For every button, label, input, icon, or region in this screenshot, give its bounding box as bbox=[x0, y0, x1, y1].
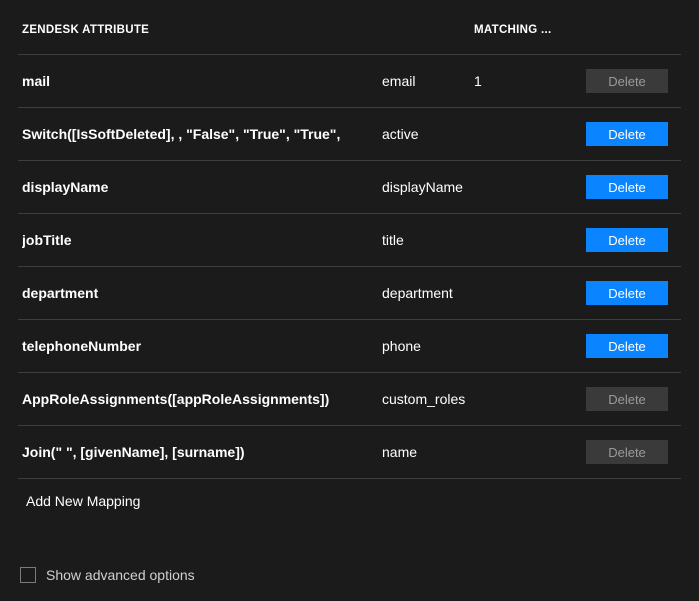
delete-button[interactable]: Delete bbox=[586, 228, 668, 252]
cell-source-attribute: displayName bbox=[22, 179, 382, 195]
delete-button[interactable]: Delete bbox=[586, 122, 668, 146]
cell-source-attribute: Switch([IsSoftDeleted], , "False", "True… bbox=[22, 126, 382, 142]
cell-source-attribute: department bbox=[22, 285, 382, 301]
delete-button[interactable]: Delete bbox=[586, 334, 668, 358]
header-zendesk-attribute: ZENDESK ATTRIBUTE bbox=[22, 24, 382, 36]
table-row[interactable]: displayName displayName Delete bbox=[18, 160, 681, 213]
cell-matching-priority: 1 bbox=[474, 73, 586, 89]
cell-target-attribute: title bbox=[382, 232, 474, 248]
cell-target-attribute: custom_roles bbox=[382, 391, 474, 407]
table-row[interactable]: Switch([IsSoftDeleted], , "False", "True… bbox=[18, 107, 681, 160]
delete-button: Delete bbox=[586, 69, 668, 93]
show-advanced-label[interactable]: Show advanced options bbox=[46, 567, 195, 583]
cell-target-attribute: phone bbox=[382, 338, 474, 354]
table-row[interactable]: jobTitle title Delete bbox=[18, 213, 681, 266]
delete-button: Delete bbox=[586, 440, 668, 464]
delete-button: Delete bbox=[586, 387, 668, 411]
cell-target-attribute: department bbox=[382, 285, 474, 301]
show-advanced-checkbox[interactable] bbox=[20, 567, 36, 583]
attribute-mapping-panel: ZENDESK ATTRIBUTE MATCHING ... mail emai… bbox=[0, 0, 699, 601]
table-row[interactable]: AppRoleAssignments([appRoleAssignments])… bbox=[18, 372, 681, 425]
add-new-mapping-row: Add New Mapping bbox=[18, 478, 681, 523]
cell-source-attribute: telephoneNumber bbox=[22, 338, 382, 354]
cell-source-attribute: AppRoleAssignments([appRoleAssignments]) bbox=[22, 391, 382, 407]
delete-button[interactable]: Delete bbox=[586, 281, 668, 305]
cell-source-attribute: mail bbox=[22, 73, 382, 89]
cell-target-attribute: email bbox=[382, 73, 474, 89]
cell-target-attribute: name bbox=[382, 444, 474, 460]
table-row[interactable]: mail email 1 Delete bbox=[18, 54, 681, 107]
table-row[interactable]: department department Delete bbox=[18, 266, 681, 319]
cell-target-attribute: displayName bbox=[382, 179, 474, 195]
cell-source-attribute: Join(" ", [givenName], [surname]) bbox=[22, 444, 382, 460]
cell-target-attribute: active bbox=[382, 126, 474, 142]
table-row[interactable]: Join(" ", [givenName], [surname]) name D… bbox=[18, 425, 681, 478]
mapping-table: ZENDESK ATTRIBUTE MATCHING ... mail emai… bbox=[18, 0, 681, 523]
table-header-row: ZENDESK ATTRIBUTE MATCHING ... bbox=[18, 0, 681, 54]
header-matching: MATCHING ... bbox=[474, 24, 586, 36]
add-new-mapping-link[interactable]: Add New Mapping bbox=[26, 493, 140, 509]
advanced-options-row: Show advanced options bbox=[18, 567, 681, 583]
delete-button[interactable]: Delete bbox=[586, 175, 668, 199]
table-row[interactable]: telephoneNumber phone Delete bbox=[18, 319, 681, 372]
cell-source-attribute: jobTitle bbox=[22, 232, 382, 248]
